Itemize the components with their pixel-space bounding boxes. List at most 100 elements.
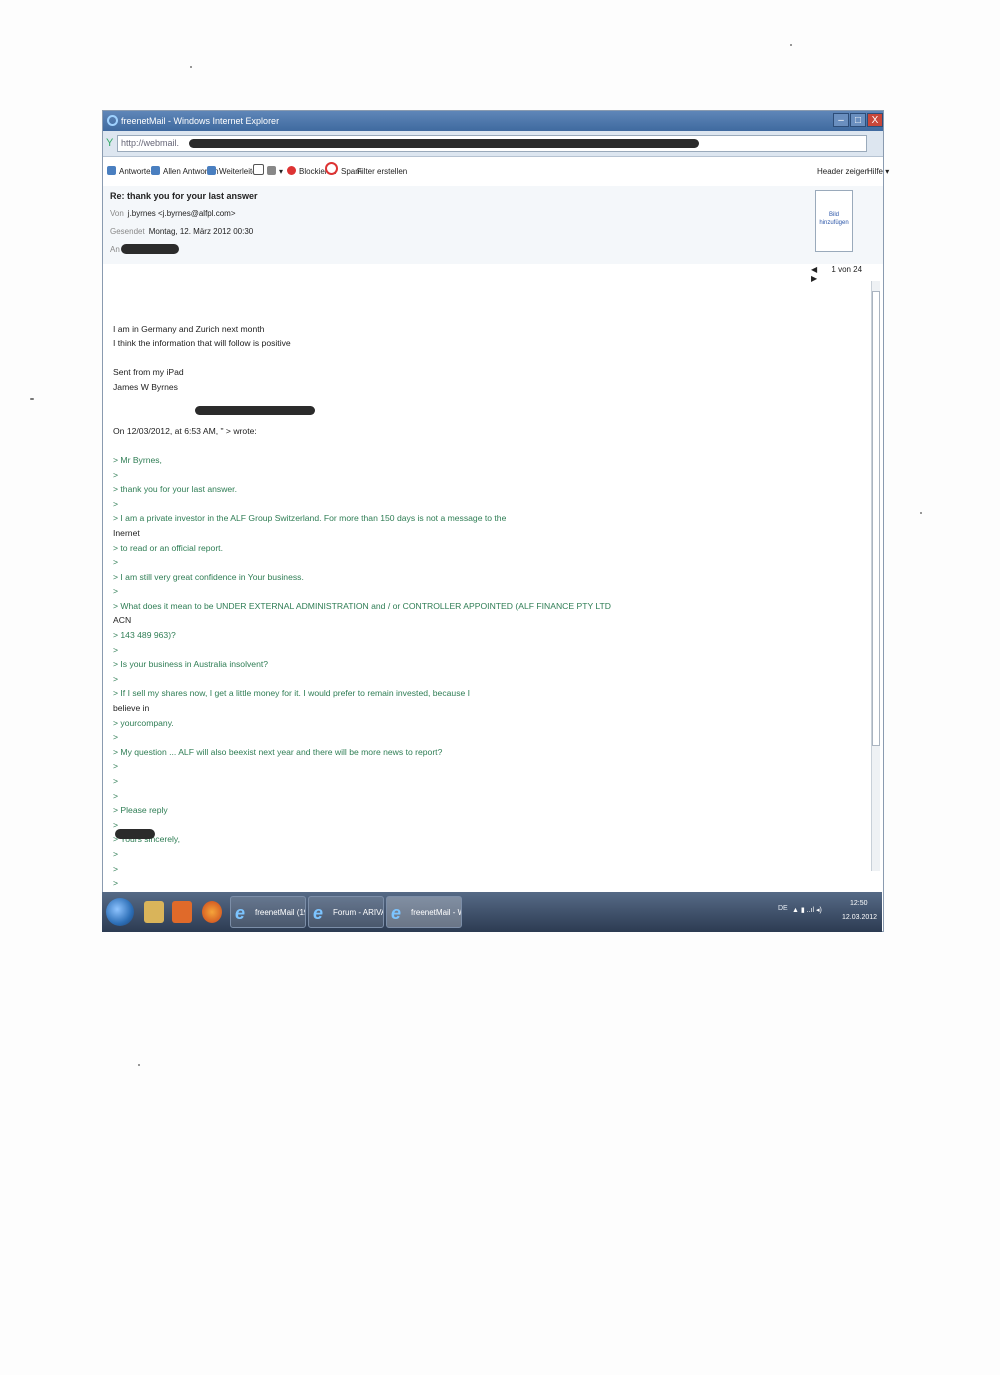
- taskbar-item-freenetmail-19[interactable]: e freenetMail (19) - ...: [230, 896, 306, 928]
- browser-window: freenetMail - Windows Internet Explorer …: [102, 110, 889, 932]
- redaction-bar: [195, 406, 315, 415]
- body-line: >: [113, 498, 119, 509]
- body-line: > I am still very great confidence in Yo…: [113, 571, 304, 582]
- body-line: >: [113, 732, 119, 743]
- window-title: freenetMail - Windows Internet Explorer: [121, 116, 280, 126]
- task-label: freenetMail (19) - ...: [255, 908, 305, 917]
- add-photo-button[interactable]: Bild hinzufügen: [815, 190, 853, 252]
- next-arrow-icon[interactable]: ▶: [811, 274, 817, 283]
- body-line: > Mr Byrnes,: [113, 454, 162, 465]
- reply-all-icon: [151, 166, 160, 175]
- body-line: > What does it mean to be UNDER EXTERNAL…: [113, 600, 612, 611]
- body-line: [113, 438, 853, 453]
- body-line: James W Byrnes: [113, 381, 178, 392]
- close-button[interactable]: X: [867, 113, 883, 127]
- show-header-button[interactable]: Header zeigen: [817, 161, 869, 183]
- print-icon: [253, 164, 264, 175]
- prev-arrow-icon[interactable]: ◀: [811, 265, 817, 274]
- taskbar-item-forum-ariva[interactable]: e Forum - ARIVA.D...: [308, 896, 384, 928]
- body-line: Sent from my iPad: [113, 367, 184, 378]
- body-line: > If I sell my shares now, I get a littl…: [113, 688, 471, 699]
- redaction-bar: [115, 829, 155, 839]
- scan-speck: [190, 66, 192, 68]
- body-line: [113, 307, 853, 322]
- block-icon: [287, 166, 296, 175]
- ie-icon: e: [313, 903, 324, 923]
- vertical-scrollbar[interactable]: [871, 281, 880, 871]
- delete-icon: [267, 166, 276, 175]
- to-label: An: [110, 245, 120, 254]
- body-line: >: [113, 644, 119, 655]
- body-line: >: [113, 776, 119, 786]
- firefox-icon[interactable]: [202, 901, 222, 923]
- folder-icon[interactable]: [144, 901, 164, 923]
- site-icon: Y: [106, 137, 114, 149]
- help-menu[interactable]: Hilfe ▾: [867, 161, 889, 183]
- minimize-button[interactable]: –: [833, 113, 849, 127]
- scan-speck: [30, 398, 34, 400]
- task-label: Forum - ARIVA.D...: [333, 908, 384, 917]
- body-line: >: [113, 673, 119, 684]
- forward-icon: [207, 166, 216, 175]
- scrollbar-thumb[interactable]: [872, 291, 880, 746]
- scan-speck: [790, 44, 792, 46]
- body-line: >: [113, 586, 119, 597]
- pager-position: 1 von 24: [831, 265, 863, 274]
- body-line: I am in Germany and Zurich next month: [113, 323, 265, 334]
- body-line: > yourcompany.: [113, 717, 174, 728]
- media-player-icon[interactable]: [172, 901, 192, 923]
- sent-row: Gesendet Montag, 12. März 2012 00:30: [110, 227, 253, 236]
- spam-icon: [325, 162, 338, 175]
- from-address[interactable]: j.byrnes <j.byrnes@alfpl.com>: [128, 209, 236, 218]
- title-bar: freenetMail - Windows Internet Explorer …: [103, 111, 883, 131]
- body-line: >: [113, 761, 119, 772]
- ie-icon: [107, 115, 118, 126]
- body-line: On 12/03/2012, at 6:53 AM, " > wrote:: [113, 425, 257, 436]
- body-line: >: [113, 819, 119, 830]
- from-label: Von: [110, 209, 124, 218]
- scan-speck: [920, 512, 922, 514]
- taskbar-item-freenetmail-win[interactable]: e freenetMail - Win...: [386, 896, 462, 928]
- reply-icon: [107, 166, 116, 175]
- reply-button[interactable]: Antworten: [107, 161, 155, 183]
- body-line: >: [113, 848, 119, 859]
- delete-button[interactable]: ▾: [267, 161, 283, 183]
- message-header: Re: thank you for your last answer Von j.…: [103, 186, 883, 264]
- body-line: > thank you for your last answer.: [113, 484, 237, 495]
- body-line: [113, 351, 853, 366]
- sent-date: Montag, 12. März 2012 00:30: [148, 227, 254, 236]
- body-line: > Please reply: [113, 805, 168, 816]
- url-text: http://webmail.: [121, 138, 180, 148]
- clock-date[interactable]: 12.03.2012: [842, 914, 877, 921]
- address-bar: Y http://webmail.: [103, 131, 883, 157]
- body-line: > Yours sincerely,: [113, 834, 180, 845]
- body-line: ACN: [113, 615, 132, 626]
- body-line: I think the information that will follow…: [113, 338, 291, 349]
- from-row: Von j.byrnes <j.byrnes@alfpl.com>: [110, 209, 236, 218]
- scan-speck: [138, 1064, 140, 1066]
- body-line: >: [113, 790, 119, 801]
- task-label: freenetMail - Win...: [411, 908, 461, 917]
- body-line: > I am a private investor in the ALF Gro…: [113, 513, 507, 524]
- body-line: > My question ... ALF will also beexist …: [113, 746, 443, 757]
- tray-icons[interactable]: ▲ ▮ ..ıl ◂): [792, 906, 822, 914]
- maximize-button[interactable]: □: [850, 113, 866, 127]
- body-line: > to read or an official report.: [113, 542, 223, 553]
- clock-time[interactable]: 12:50: [850, 900, 868, 907]
- print-button[interactable]: [253, 161, 267, 183]
- message-subject: Re: thank you for your last answer: [110, 191, 258, 201]
- body-line: believe in: [113, 703, 150, 714]
- start-orb-icon[interactable]: [106, 898, 134, 926]
- message-body: I am in Germany and Zurich next month I t…: [113, 307, 853, 891]
- create-filter-button[interactable]: Filter erstellen: [357, 161, 407, 183]
- language-indicator[interactable]: DE: [778, 905, 788, 912]
- body-line: >: [113, 557, 119, 568]
- sent-label: Gesendet: [110, 227, 145, 236]
- redaction-bar: [189, 139, 699, 148]
- mail-toolbar: Antworten Allen Antworten Weiterleiten ▾…: [103, 161, 889, 183]
- body-line: > Is your business in Australia insolven…: [113, 659, 269, 670]
- body-line: >: [113, 469, 119, 480]
- ie-icon: e: [235, 903, 246, 923]
- body-line: >: [113, 863, 119, 874]
- ie-icon: e: [391, 903, 402, 923]
